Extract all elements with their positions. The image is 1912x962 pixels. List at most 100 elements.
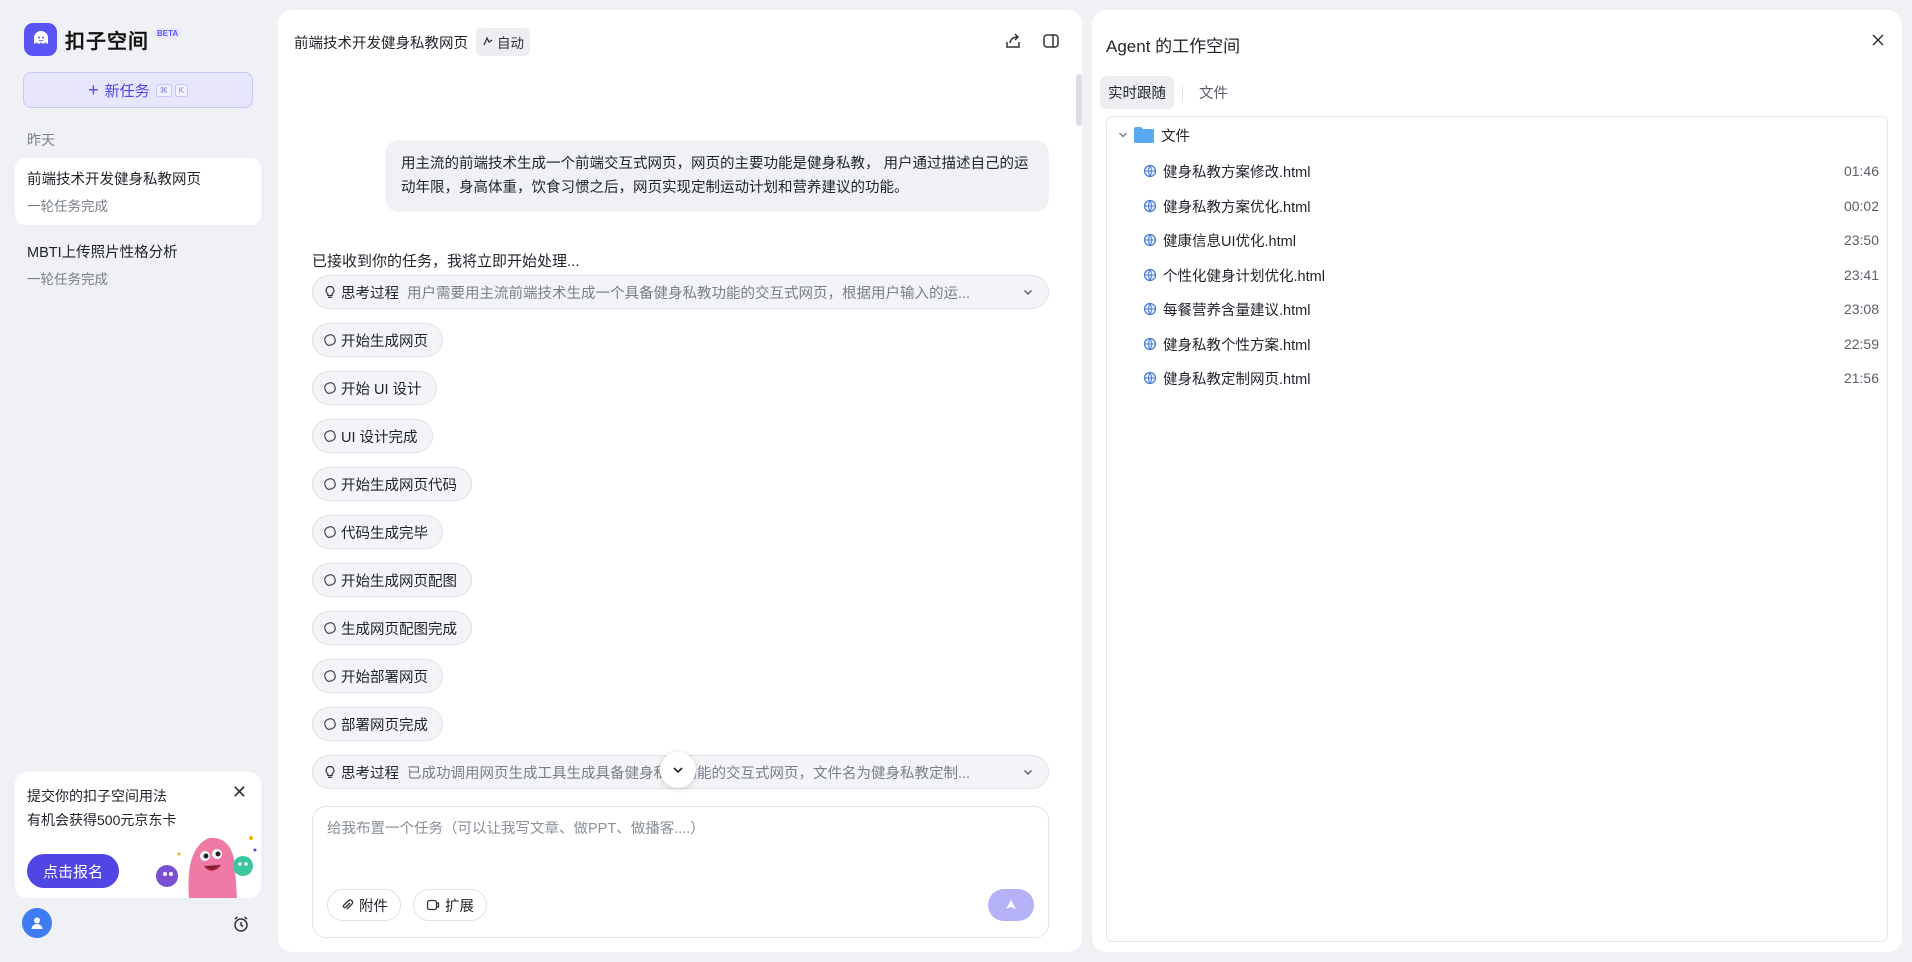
lightbulb-icon <box>325 285 335 298</box>
avatar[interactable] <box>22 908 52 938</box>
step-item[interactable]: 开始生成网页配图 <box>312 563 472 597</box>
extend-button[interactable]: 扩展 <box>413 889 487 921</box>
thinking-label: 思考过程 <box>341 765 399 782</box>
extend-label: 扩展 <box>445 898 474 915</box>
file-row[interactable]: 个性化健身计划优化.html 23:41 <box>1143 265 1879 285</box>
file-name: 健身私教方案优化.html <box>1163 199 1311 216</box>
step-item[interactable]: 开始生成网页代码 <box>312 467 472 501</box>
task-title: 前端技术开发健身私教网页 <box>294 35 468 52</box>
sidebar: 扣子空间 BETA + 新任务 ⌘ K 昨天 前端技术开发健身私教网页 一轮任务… <box>0 0 278 962</box>
share-icon[interactable] <box>1004 32 1022 50</box>
send-button[interactable] <box>988 889 1034 921</box>
step-item[interactable]: 部署网页完成 <box>312 707 443 741</box>
tool-icon <box>324 382 336 394</box>
send-arrow-icon <box>1006 900 1016 909</box>
workspace-tabs: 实时跟随 文件 <box>1100 76 1236 109</box>
scroll-to-bottom-button[interactable] <box>660 752 696 788</box>
file-row[interactable]: 健身私教方案修改.html 01:46 <box>1143 161 1879 181</box>
tool-icon <box>324 430 336 442</box>
beta-badge: BETA <box>153 27 183 39</box>
mascot-illustration <box>156 836 257 898</box>
thinking-text: 用户需要用主流前端技术生成一个具备健身私教功能的交互式网页，根据用户输入的运..… <box>407 285 971 302</box>
shortcut-key-k: K <box>174 83 188 97</box>
file-time: 23:08 <box>1843 301 1879 317</box>
step-label: 生成网页配图完成 <box>341 621 457 638</box>
promo-line-1: 提交你的扣子空间用法 <box>27 788 167 804</box>
tool-icon <box>324 718 336 730</box>
attach-button[interactable]: 附件 <box>327 889 401 921</box>
file-time: 01:46 <box>1843 163 1879 179</box>
close-icon[interactable] <box>1870 32 1886 48</box>
step-item[interactable]: 开始部署网页 <box>312 659 443 693</box>
brand-name: 扣子空间 <box>65 30 149 53</box>
file-row[interactable]: 健身私教个性方案.html 22:59 <box>1143 334 1879 354</box>
lightbulb-icon <box>325 765 335 778</box>
folder-row[interactable]: 文件 <box>1117 125 1190 145</box>
file-row[interactable]: 每餐营养含量建议.html 23:08 <box>1143 299 1879 319</box>
html-file-icon <box>1143 233 1157 247</box>
thinking-label: 思考过程 <box>341 285 399 302</box>
thinking-text: 已成功调用网页生成工具生成具备健身私教功能的交互式网页，文件名为健身私教定制..… <box>407 762 1022 783</box>
header-actions <box>1004 32 1060 50</box>
plus-icon: + <box>88 79 99 100</box>
file-name: 健身私教个性方案.html <box>1163 337 1311 354</box>
alarm-clock-icon[interactable] <box>232 915 250 933</box>
html-file-icon <box>1143 337 1157 351</box>
file-time: 23:50 <box>1843 232 1879 248</box>
thinking-process[interactable]: 思考过程 用户需要用主流前端技术生成一个具备健身私教功能的交互式网页，根据用户输… <box>312 275 1049 309</box>
history-item[interactable]: 前端技术开发健身私教网页 一轮任务完成 <box>15 158 261 225</box>
composer: 附件 扩展 <box>312 806 1049 938</box>
user-message: 用主流的前端技术生成一个前端交互式网页，网页的主要功能是健身私教， 用户通过描述… <box>385 140 1049 212</box>
file-time: 00:02 <box>1843 198 1879 214</box>
chat-panel: 前端技术开发健身私教网页 自动 用主流的前端技术生成一个前端交互式网页，网页的主… <box>278 10 1082 952</box>
history-item-subtitle: 一轮任务完成 <box>27 272 108 287</box>
file-name: 健身私教方案修改.html <box>1163 164 1311 181</box>
tab-files[interactable]: 文件 <box>1191 76 1236 109</box>
step-item[interactable]: 生成网页配图完成 <box>312 611 472 645</box>
brand[interactable]: 扣子空间 BETA <box>15 20 263 58</box>
step-item[interactable]: 代码生成完毕 <box>312 515 443 549</box>
step-item[interactable]: 开始生成网页 <box>312 323 443 357</box>
mode-tag[interactable]: 自动 <box>476 28 530 56</box>
chevron-down-icon <box>673 767 683 774</box>
toggle-panel-icon[interactable] <box>1042 32 1060 50</box>
file-name: 健身私教定制网页.html <box>1163 371 1311 388</box>
file-time: 22:59 <box>1843 336 1879 352</box>
task-input[interactable] <box>327 821 1027 837</box>
extension-icon <box>426 899 440 911</box>
file-name: 健康信息UI优化.html <box>1163 233 1296 250</box>
chevron-down-icon <box>1024 290 1032 295</box>
attach-label: 附件 <box>359 898 388 915</box>
tab-live-follow[interactable]: 实时跟随 <box>1100 76 1174 109</box>
shortcut-key-cmd: ⌘ <box>155 83 172 97</box>
close-icon[interactable]: ✕ <box>232 782 247 803</box>
new-task-button[interactable]: + 新任务 ⌘ K <box>23 72 253 108</box>
html-file-icon <box>1143 268 1157 282</box>
file-row[interactable]: 健身私教方案优化.html 00:02 <box>1143 196 1879 216</box>
promo-card: 提交你的扣子空间用法 有机会获得500元京东卡 ✕ 点击报名 <box>15 772 261 898</box>
file-name: 个性化健身计划优化.html <box>1163 268 1325 285</box>
file-row[interactable]: 健康信息UI优化.html 23:50 <box>1143 230 1879 250</box>
file-time: 23:41 <box>1843 267 1879 283</box>
step-label: 开始 UI 设计 <box>341 381 422 398</box>
html-file-icon <box>1143 371 1157 385</box>
history-item[interactable]: MBTI上传照片性格分析 一轮任务完成 <box>15 231 261 298</box>
step-label: 开始部署网页 <box>341 669 428 686</box>
history-item-title: MBTI上传照片性格分析 <box>27 245 178 261</box>
paperclip-icon <box>342 899 354 910</box>
step-label: 代码生成完毕 <box>341 525 428 542</box>
signup-button[interactable]: 点击报名 <box>27 854 119 888</box>
workspace-panel: Agent 的工作空间 实时跟随 文件 文件 健身私教方案修改.html 01:… <box>1092 10 1902 952</box>
chevron-down-icon <box>1119 132 1127 138</box>
chevron-down-icon <box>1024 770 1032 775</box>
folder-icon <box>1134 127 1154 143</box>
scrollbar[interactable] <box>1076 74 1082 126</box>
history-item-subtitle: 一轮任务完成 <box>27 199 108 214</box>
file-row[interactable]: 健身私教定制网页.html 21:56 <box>1143 368 1879 388</box>
sidebar-footer <box>22 908 250 940</box>
step-label: 开始生成网页配图 <box>341 573 457 590</box>
html-file-icon <box>1143 164 1157 178</box>
step-item[interactable]: 开始 UI 设计 <box>312 371 437 405</box>
step-item[interactable]: UI 设计完成 <box>312 419 433 453</box>
history-item-title: 前端技术开发健身私教网页 <box>27 172 201 188</box>
